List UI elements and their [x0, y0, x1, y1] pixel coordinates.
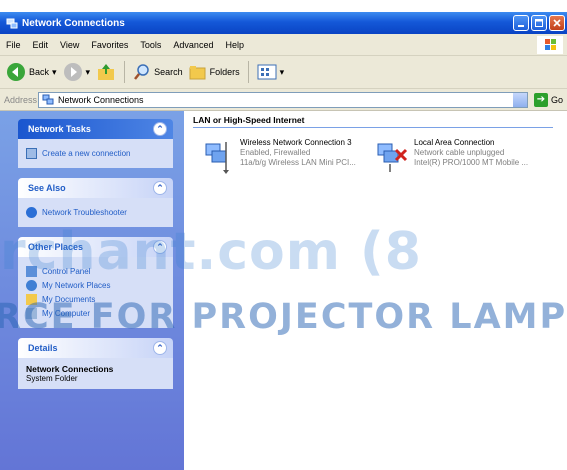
search-label: Search	[154, 67, 183, 77]
maximize-button[interactable]	[531, 15, 547, 31]
close-icon	[553, 19, 561, 27]
toolbar-separator	[124, 61, 126, 83]
connection-status: Enabled, Firewalled	[240, 148, 311, 157]
content-area: LAN or High-Speed Internet Wireless Netw…	[184, 111, 567, 470]
see-also-header[interactable]: See Also ⌃	[18, 178, 173, 198]
new-connection-icon	[26, 148, 37, 159]
menu-favorites[interactable]: Favorites	[91, 40, 128, 50]
maximize-icon	[535, 19, 543, 27]
menu-file[interactable]: File	[6, 40, 21, 50]
up-button[interactable]	[96, 62, 116, 82]
network-tasks-panel: Network Tasks ⌃ Create a new connection	[18, 119, 173, 168]
forward-dropdown-icon[interactable]: ▾	[86, 67, 91, 78]
task-pane: Network Tasks ⌃ Create a new connection …	[0, 111, 184, 470]
watermark-text: RCE FOR PROJECTOR LAMPS	[0, 297, 567, 337]
menu-view[interactable]: View	[60, 40, 79, 50]
search-button[interactable]: Search	[133, 63, 183, 81]
menu-edit[interactable]: Edit	[33, 40, 49, 50]
search-icon	[134, 64, 149, 80]
go-button[interactable]: ➔ Go	[534, 92, 564, 107]
menu-bar: File Edit View Favorites Tools Advanced …	[0, 34, 567, 56]
connection-item[interactable]: Wireless Network Connection 3 Enabled, F…	[202, 138, 356, 174]
details-panel: Details ⌃ Network Connections System Fol…	[18, 338, 173, 389]
connection-name: Wireless Network Connection 3	[240, 138, 352, 147]
back-arrow-icon	[7, 63, 25, 81]
panel-title: Details	[28, 343, 58, 353]
window-title: Network Connections	[22, 17, 125, 29]
details-name: Network Connections	[26, 364, 114, 374]
collapse-chevron-icon[interactable]: ⌃	[153, 122, 167, 136]
address-input[interactable]: Network Connections	[38, 91, 528, 108]
network-troubleshooter-link[interactable]: Network Troubleshooter	[26, 207, 165, 218]
create-connection-link[interactable]: Create a new connection	[26, 148, 165, 159]
minimize-button[interactable]	[513, 15, 529, 31]
folders-label: Folders	[209, 67, 240, 77]
close-button[interactable]	[549, 15, 565, 31]
network-tasks-header[interactable]: Network Tasks ⌃	[18, 119, 173, 139]
wireless-connection-icon	[205, 142, 229, 174]
views-dropdown-icon[interactable]: ▾	[280, 67, 285, 78]
menu-advanced[interactable]: Advanced	[173, 40, 213, 50]
panel-title: See Also	[28, 183, 66, 193]
forward-button[interactable]: ▾	[63, 62, 91, 82]
address-dropdown-icon[interactable]	[513, 92, 527, 107]
back-label: Back	[29, 67, 50, 77]
folders-button[interactable]: Folders	[189, 63, 240, 81]
connection-item[interactable]: Local Area Connection Network cable unpl…	[376, 138, 528, 174]
address-label: Address	[4, 94, 38, 105]
address-bar: Address Network Connections ➔ Go	[0, 89, 567, 111]
forward-arrow-icon	[63, 63, 82, 81]
back-dropdown-icon[interactable]: ▾	[52, 67, 57, 78]
help-icon	[26, 207, 37, 218]
connection-device: 11a/b/g Wireless LAN Mini PCI...	[240, 158, 356, 167]
collapse-chevron-icon[interactable]: ⌃	[153, 181, 167, 195]
go-label: Go	[551, 94, 564, 105]
collapse-chevron-icon[interactable]: ⌃	[153, 341, 167, 355]
details-header[interactable]: Details ⌃	[18, 338, 173, 358]
minimize-icon	[518, 25, 524, 27]
network-connections-icon	[6, 18, 18, 29]
back-button[interactable]: Back ▾	[6, 62, 57, 82]
group-header: LAN or High-Speed Internet	[193, 115, 553, 128]
folder-up-icon	[98, 64, 115, 80]
see-also-panel: See Also ⌃ Network Troubleshooter	[18, 178, 173, 227]
menu-tools[interactable]: Tools	[140, 40, 161, 50]
toolbar: Back ▾ ▾ Search Folders ▾	[0, 56, 567, 89]
views-button[interactable]: ▾	[257, 63, 285, 81]
windows-logo-icon	[537, 36, 563, 54]
toolbar-separator	[247, 61, 249, 83]
lan-disconnected-icon	[377, 143, 408, 172]
folders-icon	[189, 66, 206, 80]
connection-device: Intel(R) PRO/1000 MT Mobile ...	[414, 158, 529, 167]
views-icon	[257, 64, 277, 80]
address-value: Network Connections	[58, 94, 144, 105]
menu-help[interactable]: Help	[225, 40, 244, 50]
details-type: System Folder	[26, 374, 78, 383]
connection-status: Network cable unplugged	[414, 148, 505, 157]
panel-title: Network Tasks	[28, 124, 91, 134]
connection-name: Local Area Connection	[414, 138, 495, 147]
watermark-text: rchant.com (8	[0, 222, 422, 282]
title-bar[interactable]: Network Connections	[0, 12, 567, 34]
network-connections-icon	[42, 94, 54, 104]
go-arrow-icon: ➔	[534, 92, 548, 107]
